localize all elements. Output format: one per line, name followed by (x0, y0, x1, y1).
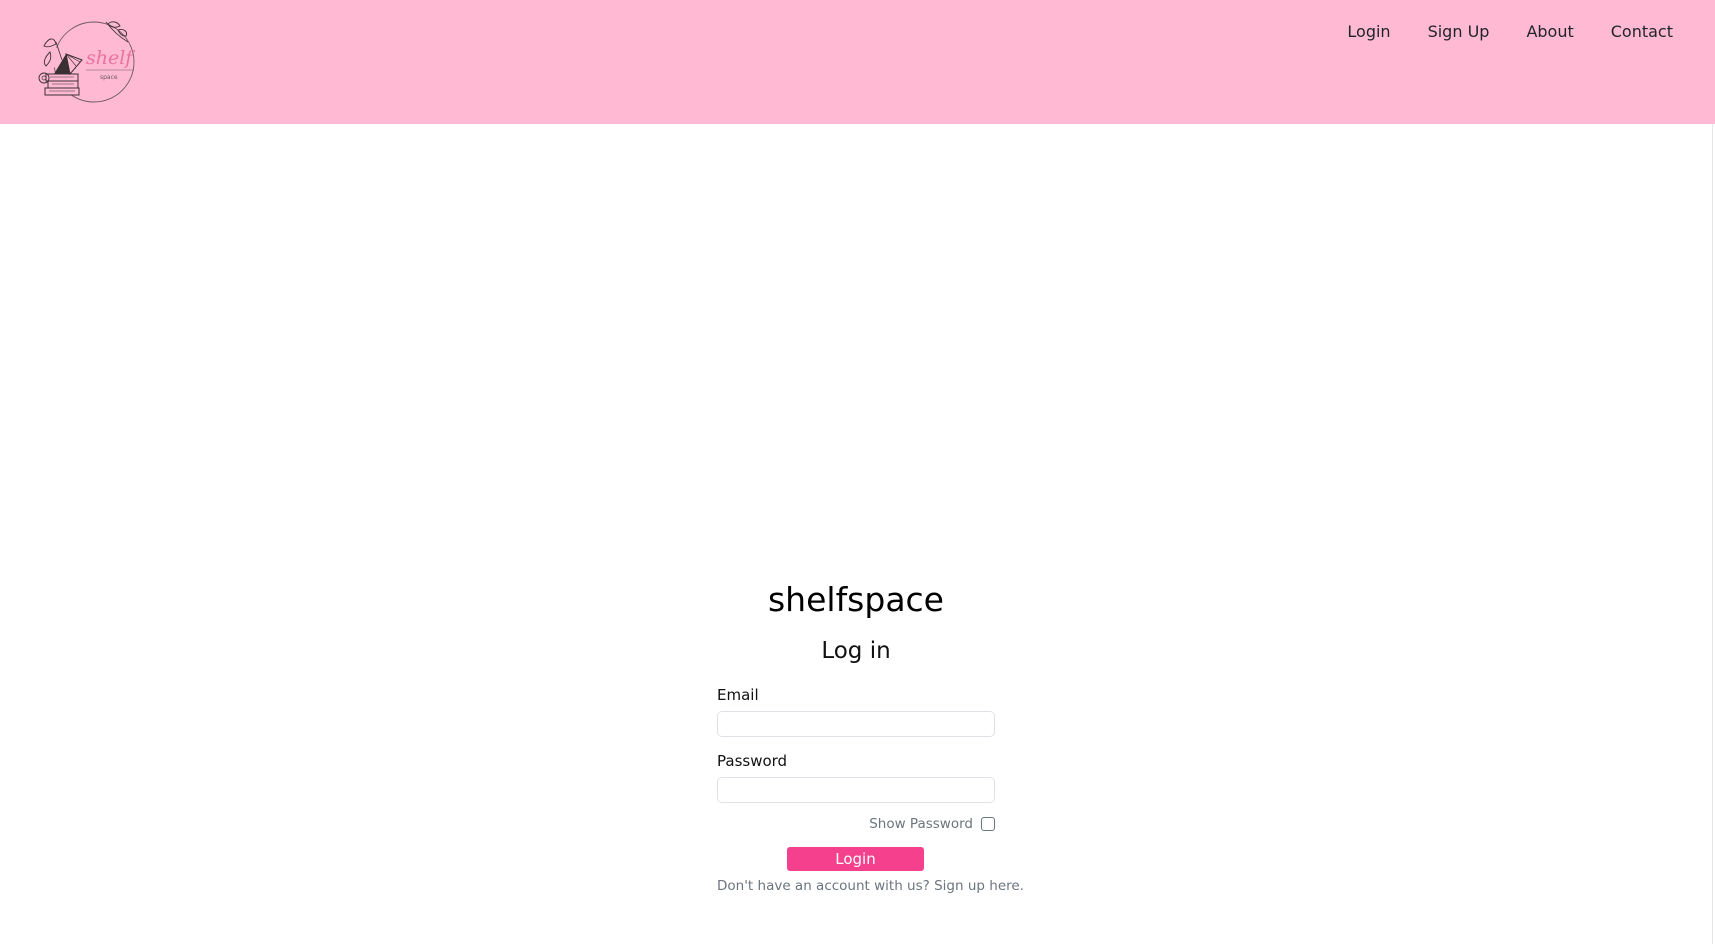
show-password-label: Show Password (869, 816, 973, 832)
page-edge-divider (1712, 124, 1713, 944)
nav-login-link[interactable]: Login (1310, 20, 1390, 44)
email-field[interactable] (717, 711, 995, 737)
signup-prompt: Don't have an account with us? Sign up h… (717, 876, 1024, 896)
page: shelf space Login Sign Up About Contact … (0, 0, 1715, 944)
logo-icon: shelf space (38, 21, 135, 103)
nav-signup-link[interactable]: Sign Up (1391, 20, 1490, 44)
signup-prompt-text: Don't have an account with us? (717, 878, 930, 894)
shelfspace-logo[interactable]: shelf space (36, 16, 142, 108)
top-navbar: shelf space Login Sign Up About Contact (0, 0, 1715, 124)
svg-text:space: space (100, 74, 118, 81)
email-label: Email (717, 686, 759, 704)
nav-about-link[interactable]: About (1489, 20, 1573, 44)
brand-title: shelfspace (767, 580, 944, 619)
main-nav: Login Sign Up About Contact (1310, 20, 1673, 44)
nav-contact-link[interactable]: Contact (1574, 20, 1673, 44)
login-button[interactable]: Login (787, 847, 924, 871)
form-title: Log in (821, 638, 891, 664)
password-field[interactable] (717, 777, 995, 803)
show-password-toggle: Show Password (869, 814, 995, 834)
svg-text:shelf: shelf (86, 47, 135, 69)
show-password-checkbox[interactable] (981, 817, 995, 831)
password-label: Password (717, 752, 788, 770)
signup-link[interactable]: Sign up here. (934, 878, 1024, 894)
